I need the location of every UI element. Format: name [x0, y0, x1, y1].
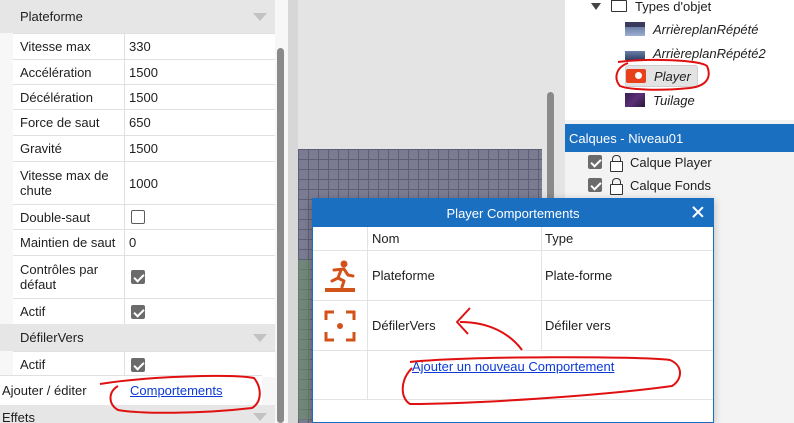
tree-item-tuilage[interactable]: Tuilage: [625, 89, 695, 111]
default-controls-checkbox[interactable]: [131, 270, 145, 284]
section-defilervers[interactable]: DéfilerVers: [0, 324, 275, 351]
background-strip: [298, 260, 310, 420]
property-row[interactable]: Accélération 1500: [13, 59, 275, 84]
tilemap-icon: [625, 93, 645, 107]
lock-icon[interactable]: [609, 177, 623, 195]
close-icon[interactable]: [691, 205, 705, 219]
chevron-down-icon[interactable]: [253, 333, 267, 342]
column-header-type[interactable]: Type: [542, 227, 713, 250]
object-types-tree: Types d'objet ArrièreplanRépété Arrièrep…: [565, 0, 794, 120]
section-effets[interactable]: Effets: [0, 405, 275, 423]
layer-label: Calque Fonds: [630, 177, 711, 193]
behavior-name: DéfilerVers: [368, 301, 542, 350]
property-value[interactable]: 330: [126, 34, 275, 59]
behavior-row-defilervers[interactable]: DéfilerVers Défiler vers: [313, 301, 713, 351]
property-value[interactable]: 650: [126, 110, 275, 135]
platform-enabled-checkbox[interactable]: [131, 304, 145, 319]
expand-arrow-icon[interactable]: [591, 2, 601, 10]
dialog-title: Player Comportements: [446, 205, 580, 221]
double-jump-checkbox[interactable]: [131, 210, 145, 224]
tree-folder-label: Types d'objet: [635, 0, 712, 14]
layer-row[interactable]: Calque Fonds: [588, 174, 711, 196]
property-row[interactable]: Vitesse max de chute 1000: [13, 161, 275, 204]
background-icon: [625, 22, 645, 36]
section-defilervers-label: DéfilerVers: [20, 330, 84, 345]
layers-panel-title: Calques - Niveau01: [565, 124, 794, 152]
background2-icon: [625, 46, 645, 60]
add-edit-behaviors-row: Ajouter / éditer Comportements: [0, 375, 262, 405]
panel-divider[interactable]: [288, 0, 298, 423]
tree-item-label: Player: [654, 68, 691, 84]
property-row[interactable]: Vitesse max 330: [13, 33, 275, 59]
tree-item-label: ArrièreplanRépété2: [653, 45, 766, 61]
property-row[interactable]: Actif: [13, 351, 275, 377]
chevron-down-icon[interactable]: [253, 12, 267, 21]
chevron-down-icon[interactable]: [253, 413, 267, 421]
properties-scrollbar[interactable]: [277, 48, 284, 423]
tree-folder-object-types[interactable]: Types d'objet: [591, 0, 711, 17]
add-behavior-link[interactable]: Ajouter un nouveau Comportement: [412, 359, 614, 374]
property-row[interactable]: Force de saut 650: [13, 109, 275, 135]
property-value[interactable]: 1500: [126, 85, 275, 109]
table-header-row: Nom Type: [313, 227, 713, 251]
dialog-title-bar[interactable]: Player Comportements: [313, 199, 713, 227]
tree-item-label: ArrièreplanRépété: [653, 21, 759, 37]
lock-icon[interactable]: [609, 154, 623, 172]
folder-icon: [610, 0, 627, 12]
tree-item-player[interactable]: Player: [625, 65, 698, 87]
layer-visible-checkbox[interactable]: [588, 178, 602, 192]
behavior-name: Plateforme: [368, 251, 542, 300]
tree-item-arriereplan2[interactable]: ArrièreplanRépété2: [625, 42, 766, 64]
behavior-type: Défiler vers: [545, 318, 611, 333]
tree-item-arriereplan[interactable]: ArrièreplanRépété: [625, 18, 759, 40]
platform-runner-icon: [325, 260, 355, 292]
behaviors-link[interactable]: Comportements: [130, 376, 222, 405]
property-row[interactable]: Gravité 1500: [13, 135, 275, 161]
behavior-row-plateforme[interactable]: Plateforme Plate-forme: [313, 251, 713, 301]
section-plateforme[interactable]: Plateforme: [0, 0, 275, 33]
behavior-type: Plate-forme: [545, 268, 613, 283]
layer-label: Calque Player: [630, 154, 712, 170]
scrollto-enabled-checkbox[interactable]: [131, 357, 145, 372]
add-behavior-row: Ajouter un nouveau Comportement: [313, 351, 713, 400]
section-effets-label: Effets: [2, 409, 36, 423]
properties-panel: Plateforme Vitesse max 330 Accélération …: [0, 0, 288, 423]
player-icon: [626, 69, 646, 83]
scroll-to-icon: [324, 310, 356, 341]
property-row[interactable]: Contrôles par défaut: [13, 255, 275, 298]
property-row[interactable]: Décélération 1500: [13, 84, 275, 109]
property-row[interactable]: Double-saut: [13, 204, 275, 229]
section-plateforme-label: Plateforme: [20, 9, 83, 24]
property-row[interactable]: Actif: [13, 298, 275, 324]
layer-visible-checkbox[interactable]: [588, 155, 602, 169]
property-row[interactable]: Maintien de saut 0: [13, 229, 275, 255]
tree-item-label: Tuilage: [653, 92, 695, 108]
add-edit-label: Ajouter / éditer: [2, 383, 87, 398]
property-value[interactable]: 1500: [126, 136, 275, 161]
column-header-name[interactable]: Nom: [368, 227, 542, 250]
property-value[interactable]: 0: [126, 230, 275, 255]
layer-row[interactable]: Calque Player: [588, 151, 712, 173]
property-value[interactable]: 1000: [126, 162, 275, 204]
property-value[interactable]: 1500: [126, 60, 275, 84]
behaviors-dialog: Player Comportements Nom Type Plateforme…: [312, 198, 714, 423]
behaviors-table: Nom Type Plateforme Plate-forme DéfilerV…: [313, 227, 713, 400]
